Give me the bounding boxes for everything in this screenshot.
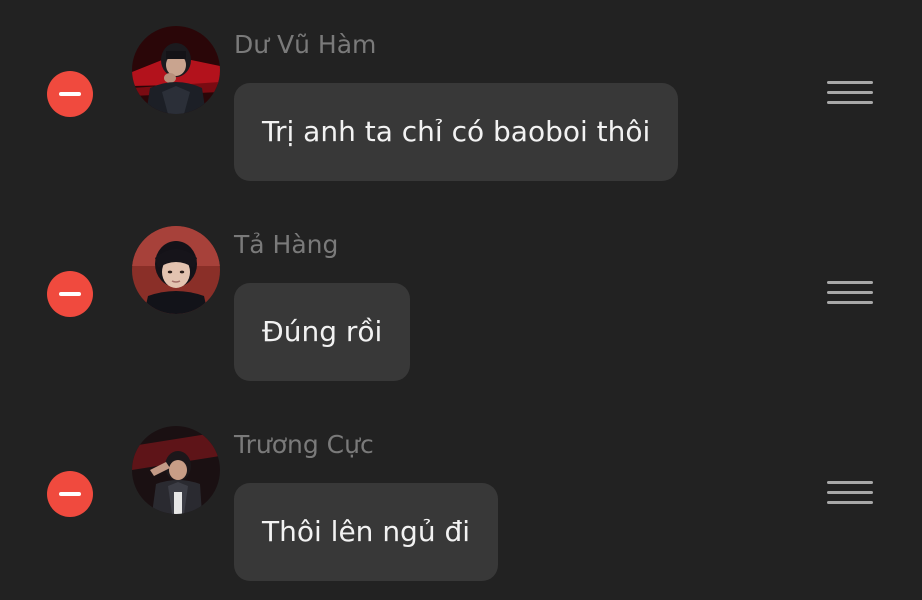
drag-handle-icon[interactable] — [827, 81, 873, 105]
avatar[interactable] — [132, 426, 220, 514]
message-bubble[interactable]: Thôi lên ngủ đi — [234, 483, 499, 581]
avatar-photo — [132, 226, 220, 314]
remove-circle-icon[interactable] — [47, 271, 93, 317]
remove-circle-icon[interactable] — [47, 71, 93, 117]
sender-name: Trương Cực — [234, 430, 374, 459]
drag-handle-icon[interactable] — [827, 481, 873, 505]
sender-name: Dư Vũ Hàm — [234, 30, 377, 59]
message-row: Trương Cực Thôi lên ngủ đi — [0, 400, 922, 600]
message-text: Đúng rồi — [262, 315, 383, 348]
avatar[interactable] — [132, 226, 220, 314]
remove-circle-icon[interactable] — [47, 471, 93, 517]
message-row: Tả Hàng Đúng rồi — [0, 200, 922, 400]
avatar[interactable] — [132, 26, 220, 114]
minus-icon — [59, 92, 81, 96]
minus-icon — [59, 292, 81, 296]
avatar-photo — [132, 26, 220, 114]
message-bubble[interactable]: Đúng rồi — [234, 283, 411, 381]
message-row: Dư Vũ Hàm Trị anh ta chỉ có baoboi thôi — [0, 0, 922, 200]
sender-name: Tả Hàng — [234, 230, 339, 259]
message-bubble[interactable]: Trị anh ta chỉ có baoboi thôi — [234, 83, 679, 181]
drag-handle-icon[interactable] — [827, 281, 873, 305]
message-text: Trị anh ta chỉ có baoboi thôi — [262, 115, 651, 148]
avatar-photo — [132, 426, 220, 514]
minus-icon — [59, 492, 81, 496]
message-text: Thôi lên ngủ đi — [262, 515, 471, 548]
